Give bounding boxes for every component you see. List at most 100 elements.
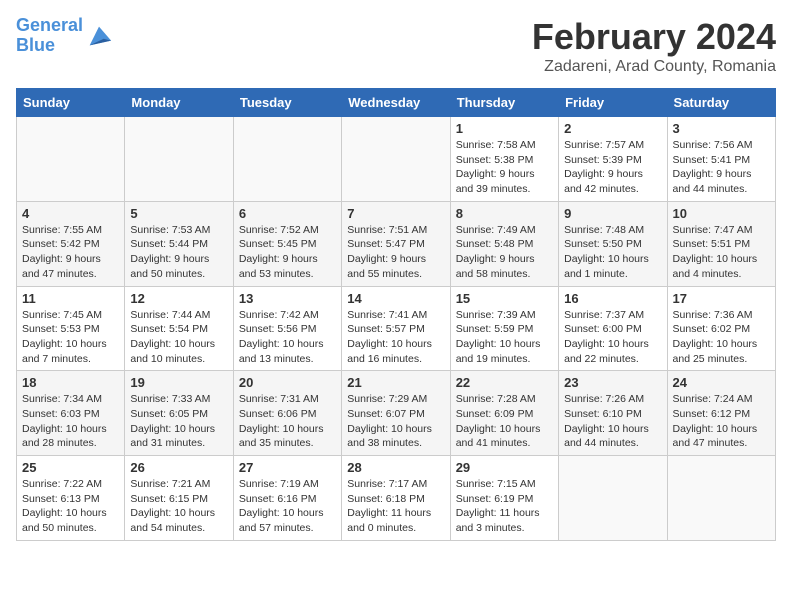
day-info: Sunrise: 7:47 AM Sunset: 5:51 PM Dayligh… <box>673 223 770 282</box>
logo-line1: General <box>16 15 83 35</box>
dow-header: Sunday <box>17 89 125 117</box>
calendar-cell: 17Sunrise: 7:36 AM Sunset: 6:02 PM Dayli… <box>667 286 775 371</box>
day-info: Sunrise: 7:34 AM Sunset: 6:03 PM Dayligh… <box>22 392 119 451</box>
dow-header: Thursday <box>450 89 558 117</box>
day-info: Sunrise: 7:45 AM Sunset: 5:53 PM Dayligh… <box>22 308 119 367</box>
day-info: Sunrise: 7:33 AM Sunset: 6:05 PM Dayligh… <box>130 392 227 451</box>
day-info: Sunrise: 7:52 AM Sunset: 5:45 PM Dayligh… <box>239 223 336 282</box>
day-info: Sunrise: 7:21 AM Sunset: 6:15 PM Dayligh… <box>130 477 227 536</box>
day-number: 3 <box>673 121 770 136</box>
day-number: 6 <box>239 206 336 221</box>
day-info: Sunrise: 7:56 AM Sunset: 5:41 PM Dayligh… <box>673 138 770 197</box>
day-number: 16 <box>564 291 661 306</box>
day-info: Sunrise: 7:58 AM Sunset: 5:38 PM Dayligh… <box>456 138 553 197</box>
calendar-cell <box>342 117 450 202</box>
day-info: Sunrise: 7:49 AM Sunset: 5:48 PM Dayligh… <box>456 223 553 282</box>
calendar-week-row: 18 Sunrise: 7:34 AM Sunset: 6:03 PM Dayli… <box>17 371 776 456</box>
calendar-cell: 11 Sunrise: 7:45 AM Sunset: 5:53 PM Dayli… <box>17 286 125 371</box>
day-info: Sunrise: 7:48 AM Sunset: 5:50 PM Dayligh… <box>564 223 661 282</box>
calendar-cell: 22 Sunrise: 7:28 AM Sunset: 6:09 PM Dayli… <box>450 371 558 456</box>
day-info: Sunrise: 7:19 AM Sunset: 6:16 PM Dayligh… <box>239 477 336 536</box>
logo-text: General Blue <box>16 16 83 56</box>
calendar-cell: 12Sunrise: 7:44 AM Sunset: 5:54 PM Dayli… <box>125 286 233 371</box>
day-number: 19 <box>130 375 227 390</box>
day-info: Sunrise: 7:15 AM Sunset: 6:19 PM Dayligh… <box>456 477 553 536</box>
day-number: 8 <box>456 206 553 221</box>
calendar-cell: 2Sunrise: 7:57 AM Sunset: 5:39 PM Daylig… <box>559 117 667 202</box>
calendar-cell: 29 Sunrise: 7:15 AM Sunset: 6:19 PM Dayli… <box>450 456 558 541</box>
day-number: 18 <box>22 375 119 390</box>
dow-header: Saturday <box>667 89 775 117</box>
day-number: 29 <box>456 460 553 475</box>
day-info: Sunrise: 7:17 AM Sunset: 6:18 PM Dayligh… <box>347 477 444 536</box>
day-number: 28 <box>347 460 444 475</box>
calendar-week-row: 11 Sunrise: 7:45 AM Sunset: 5:53 PM Dayli… <box>17 286 776 371</box>
day-number: 27 <box>239 460 336 475</box>
dow-header: Monday <box>125 89 233 117</box>
calendar-cell: 6 Sunrise: 7:52 AM Sunset: 5:45 PM Daylig… <box>233 201 341 286</box>
calendar-cell <box>233 117 341 202</box>
logo-line2: Blue <box>16 35 55 55</box>
dow-header: Friday <box>559 89 667 117</box>
calendar-cell: 3 Sunrise: 7:56 AM Sunset: 5:41 PM Daylig… <box>667 117 775 202</box>
calendar-cell: 10 Sunrise: 7:47 AM Sunset: 5:51 PM Dayli… <box>667 201 775 286</box>
dow-header: Tuesday <box>233 89 341 117</box>
calendar-week-row: 1 Sunrise: 7:58 AM Sunset: 5:38 PM Daylig… <box>17 117 776 202</box>
calendar-cell: 21Sunrise: 7:29 AM Sunset: 6:07 PM Dayli… <box>342 371 450 456</box>
calendar-cell: 1 Sunrise: 7:58 AM Sunset: 5:38 PM Daylig… <box>450 117 558 202</box>
dow-header: Wednesday <box>342 89 450 117</box>
days-of-week-row: SundayMondayTuesdayWednesdayThursdayFrid… <box>17 89 776 117</box>
day-info: Sunrise: 7:41 AM Sunset: 5:57 PM Dayligh… <box>347 308 444 367</box>
day-info: Sunrise: 7:31 AM Sunset: 6:06 PM Dayligh… <box>239 392 336 451</box>
calendar-cell: 4 Sunrise: 7:55 AM Sunset: 5:42 PM Daylig… <box>17 201 125 286</box>
day-number: 2 <box>564 121 661 136</box>
month-title: February 2024 <box>532 16 776 58</box>
day-number: 14 <box>347 291 444 306</box>
header: General Blue February 2024 Zadareni, Ara… <box>16 16 776 76</box>
calendar-cell <box>125 117 233 202</box>
calendar-cell <box>17 117 125 202</box>
calendar-cell: 26Sunrise: 7:21 AM Sunset: 6:15 PM Dayli… <box>125 456 233 541</box>
calendar-cell <box>667 456 775 541</box>
day-number: 23 <box>564 375 661 390</box>
calendar-body: 1 Sunrise: 7:58 AM Sunset: 5:38 PM Daylig… <box>17 117 776 541</box>
day-number: 15 <box>456 291 553 306</box>
day-info: Sunrise: 7:22 AM Sunset: 6:13 PM Dayligh… <box>22 477 119 536</box>
day-number: 24 <box>673 375 770 390</box>
calendar-cell: 19 Sunrise: 7:33 AM Sunset: 6:05 PM Dayli… <box>125 371 233 456</box>
day-info: Sunrise: 7:53 AM Sunset: 5:44 PM Dayligh… <box>130 223 227 282</box>
calendar-cell: 15 Sunrise: 7:39 AM Sunset: 5:59 PM Dayli… <box>450 286 558 371</box>
calendar-week-row: 25Sunrise: 7:22 AM Sunset: 6:13 PM Dayli… <box>17 456 776 541</box>
logo-icon <box>85 22 113 50</box>
day-info: Sunrise: 7:39 AM Sunset: 5:59 PM Dayligh… <box>456 308 553 367</box>
day-info: Sunrise: 7:24 AM Sunset: 6:12 PM Dayligh… <box>673 392 770 451</box>
calendar-cell: 8 Sunrise: 7:49 AM Sunset: 5:48 PM Daylig… <box>450 201 558 286</box>
day-info: Sunrise: 7:55 AM Sunset: 5:42 PM Dayligh… <box>22 223 119 282</box>
day-info: Sunrise: 7:42 AM Sunset: 5:56 PM Dayligh… <box>239 308 336 367</box>
day-number: 4 <box>22 206 119 221</box>
day-number: 10 <box>673 206 770 221</box>
calendar-cell: 7Sunrise: 7:51 AM Sunset: 5:47 PM Daylig… <box>342 201 450 286</box>
calendar-cell: 18 Sunrise: 7:34 AM Sunset: 6:03 PM Dayli… <box>17 371 125 456</box>
calendar-cell: 27 Sunrise: 7:19 AM Sunset: 6:16 PM Dayli… <box>233 456 341 541</box>
calendar-cell: 9 Sunrise: 7:48 AM Sunset: 5:50 PM Daylig… <box>559 201 667 286</box>
calendar-cell <box>559 456 667 541</box>
calendar-week-row: 4 Sunrise: 7:55 AM Sunset: 5:42 PM Daylig… <box>17 201 776 286</box>
day-number: 20 <box>239 375 336 390</box>
day-info: Sunrise: 7:37 AM Sunset: 6:00 PM Dayligh… <box>564 308 661 367</box>
calendar-cell: 23 Sunrise: 7:26 AM Sunset: 6:10 PM Dayli… <box>559 371 667 456</box>
calendar-cell: 24 Sunrise: 7:24 AM Sunset: 6:12 PM Dayli… <box>667 371 775 456</box>
calendar-cell: 28 Sunrise: 7:17 AM Sunset: 6:18 PM Dayli… <box>342 456 450 541</box>
day-number: 11 <box>22 291 119 306</box>
day-info: Sunrise: 7:36 AM Sunset: 6:02 PM Dayligh… <box>673 308 770 367</box>
title-area: February 2024 Zadareni, Arad County, Rom… <box>532 16 776 76</box>
day-info: Sunrise: 7:26 AM Sunset: 6:10 PM Dayligh… <box>564 392 661 451</box>
day-info: Sunrise: 7:28 AM Sunset: 6:09 PM Dayligh… <box>456 392 553 451</box>
day-number: 9 <box>564 206 661 221</box>
day-info: Sunrise: 7:51 AM Sunset: 5:47 PM Dayligh… <box>347 223 444 282</box>
day-number: 21 <box>347 375 444 390</box>
day-number: 22 <box>456 375 553 390</box>
logo: General Blue <box>16 16 113 56</box>
day-number: 1 <box>456 121 553 136</box>
calendar-cell: 16 Sunrise: 7:37 AM Sunset: 6:00 PM Dayli… <box>559 286 667 371</box>
